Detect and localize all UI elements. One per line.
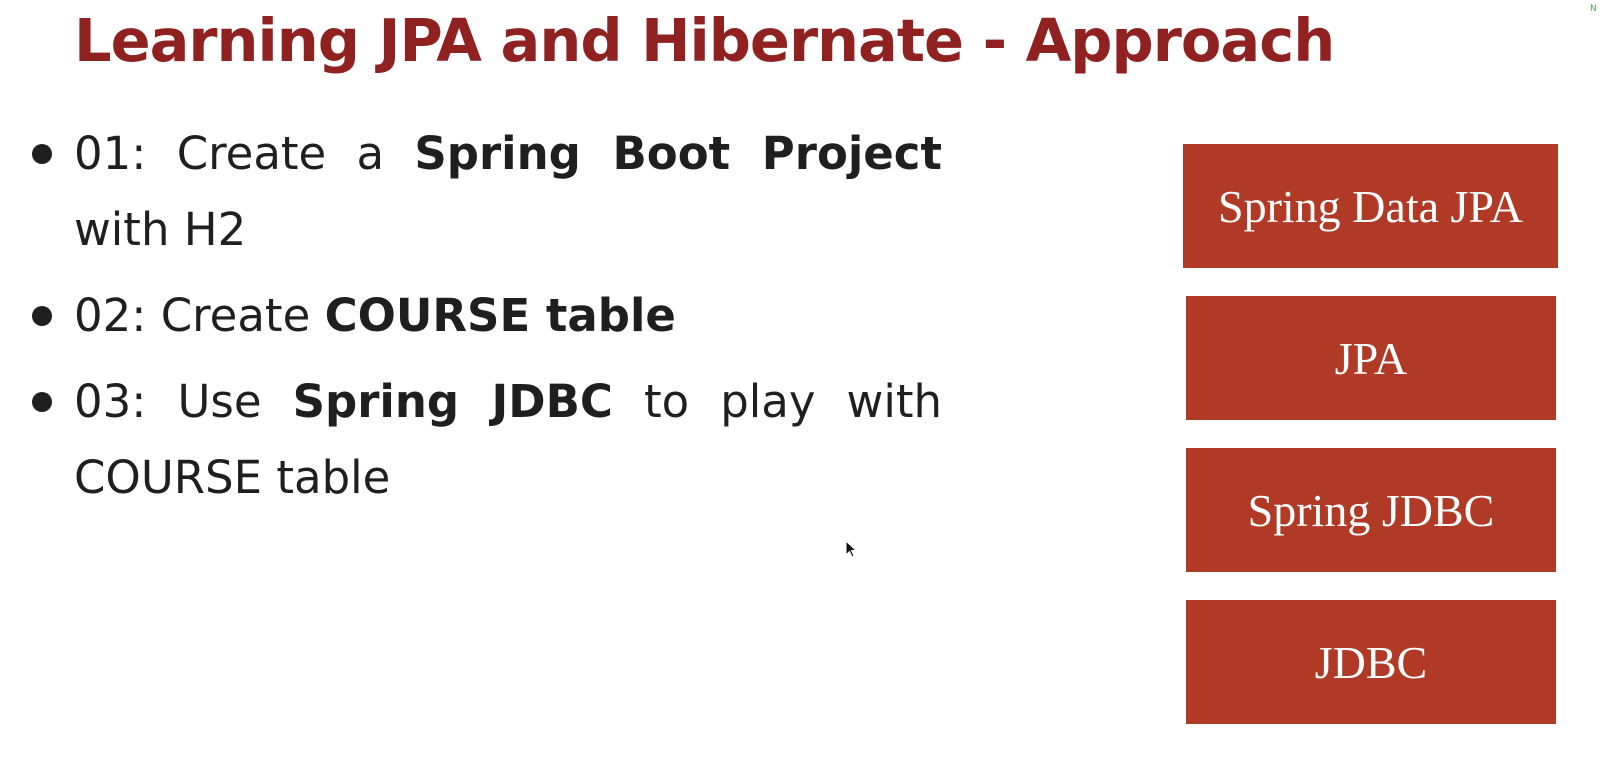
bullet-1-suffix: with H2 [74, 203, 247, 256]
slide-title: Learning JPA and Hibernate - Approach [74, 6, 1335, 75]
corner-mark: N [1590, 4, 1597, 14]
bullet-list: 01: Create a Spring Boot Project with H2… [32, 116, 942, 526]
bullet-2-prefix: 02: Create [74, 289, 325, 342]
bullet-item-1: 01: Create a Spring Boot Project with H2 [32, 116, 942, 268]
bullet-dot-icon [32, 144, 52, 164]
bullet-3-bold: Spring JDBC [292, 375, 613, 428]
presentation-slide: Learning JPA and Hibernate - Approach 01… [0, 0, 1604, 758]
bullet-item-3: 03: Use Spring JDBC to play with COURSE … [32, 364, 942, 516]
stack-box-jdbc: JDBC [1186, 600, 1556, 724]
stack-box-spring-data-jpa: Spring Data JPA [1183, 144, 1558, 268]
bullet-item-2: 02: Create COURSE table [32, 278, 942, 354]
bullet-1-bold: Spring Boot Project [414, 127, 942, 180]
bullet-dot-icon [32, 306, 52, 326]
stack-box-spring-jdbc: Spring JDBC [1186, 448, 1556, 572]
stack-box-jpa: JPA [1186, 296, 1556, 420]
bullet-dot-icon [32, 392, 52, 412]
mouse-pointer-icon [845, 540, 858, 558]
bullet-3-prefix: 03: Use [74, 375, 293, 428]
bullet-2-bold: COURSE table [324, 289, 676, 342]
bullet-1-prefix: 01: Create a [74, 127, 415, 180]
technology-stack: Spring Data JPA JPA Spring JDBC JDBC [1183, 144, 1558, 752]
